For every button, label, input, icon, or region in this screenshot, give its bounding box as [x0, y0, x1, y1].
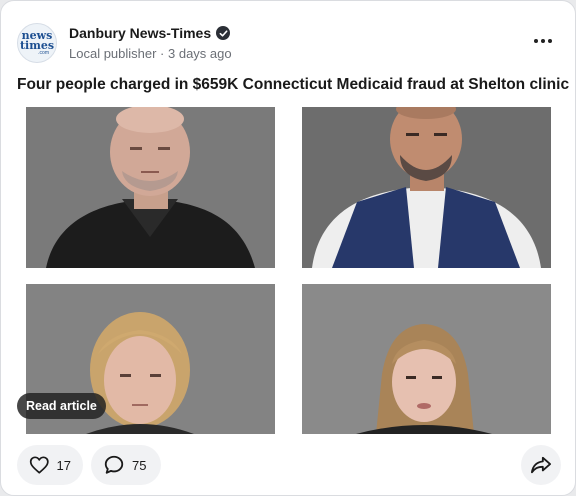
- publisher-meta: Local publisher · 3 days ago: [69, 46, 232, 61]
- share-arrow-icon: [531, 456, 551, 474]
- logo-text-line2: times: [19, 38, 55, 52]
- publisher-name-row[interactable]: Danbury News-Times: [69, 25, 231, 41]
- like-button[interactable]: 17: [17, 445, 83, 485]
- publisher-logo[interactable]: news times .com: [17, 23, 57, 63]
- publisher-name[interactable]: Danbury News-Times: [69, 25, 211, 41]
- share-button[interactable]: [521, 445, 561, 485]
- comment-button[interactable]: 75: [91, 445, 161, 485]
- logo-text-line3: .com: [38, 49, 49, 56]
- more-options-icon[interactable]: [531, 29, 555, 53]
- mugshot-photo-1[interactable]: [26, 107, 275, 268]
- article-headline[interactable]: Four people charged in $659K Connecticut…: [17, 76, 569, 94]
- news-card: news times .com Danbury News-Times Local…: [0, 0, 576, 496]
- comment-count: 75: [132, 457, 147, 473]
- mugshot-photo-4[interactable]: [302, 284, 551, 434]
- comment-bubble-icon: [104, 455, 124, 474]
- heart-icon: [29, 456, 49, 474]
- mugshot-photo-2[interactable]: [302, 107, 551, 268]
- card-header: news times .com Danbury News-Times Local…: [17, 23, 563, 63]
- verified-badge-icon: [216, 26, 231, 40]
- like-count: 17: [56, 457, 71, 473]
- read-article-button[interactable]: Read article: [17, 393, 106, 419]
